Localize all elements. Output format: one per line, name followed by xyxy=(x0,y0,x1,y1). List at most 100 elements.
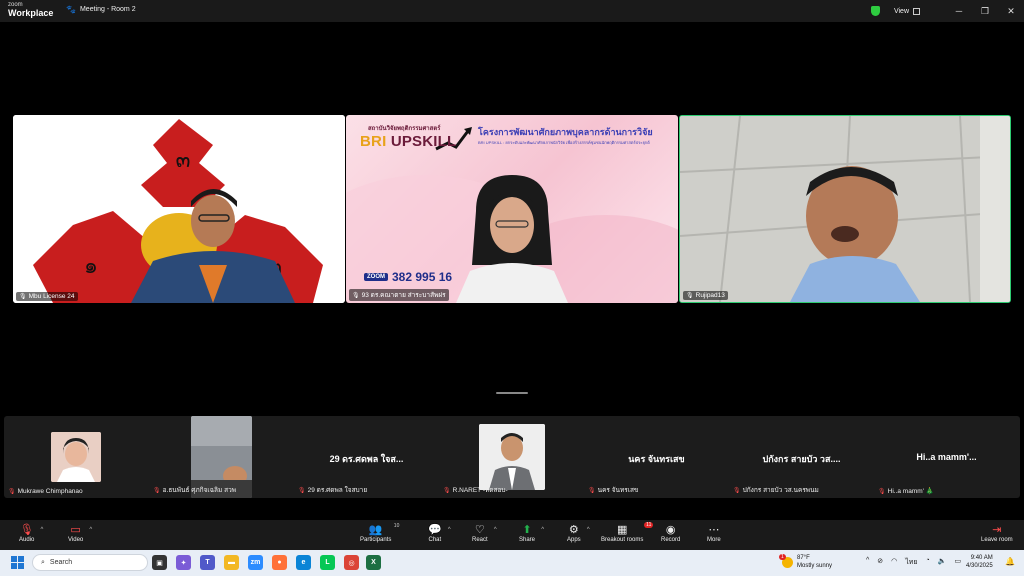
ceiling-background xyxy=(680,116,1010,302)
audio-label: Audio xyxy=(19,537,35,543)
gallery-tile-name-text: นคร จันทรเสข xyxy=(597,487,639,494)
react-button[interactable]: ♡ React ^ xyxy=(472,523,497,543)
video-button[interactable]: ▭ Video ^ xyxy=(68,523,92,543)
participants-button[interactable]: 👥 Participants 10 xyxy=(360,523,399,543)
leave-room-button[interactable]: ⇥ Leave room xyxy=(981,523,1013,543)
gallery-tile[interactable]: 🎙 Mukrawe Chimphanao xyxy=(4,416,149,498)
breakout-badge: 11 xyxy=(644,522,654,528)
record-button[interactable]: ◉ Record xyxy=(661,523,680,543)
weather-temp: 87°F xyxy=(797,555,810,561)
muted-mic-icon: 🎙 xyxy=(8,489,16,495)
view-button[interactable]: View xyxy=(894,7,920,15)
svg-text:๓: ๓ xyxy=(175,148,190,173)
chat-button[interactable]: 💬 Chat ^ xyxy=(428,523,451,543)
wifi-icon[interactable]: ◔ xyxy=(926,557,930,568)
slide-logo-upskill: UPSKILL xyxy=(390,133,457,150)
participant-photo xyxy=(51,432,101,482)
task-view-icon[interactable]: ▣ xyxy=(152,555,167,570)
paw-icon: 🐾 xyxy=(66,5,76,14)
heart-icon: ♡ xyxy=(474,524,485,536)
weather-widget[interactable]: 1 87°F Mostly sunny xyxy=(779,554,832,571)
chat-label: Chat xyxy=(428,537,442,543)
chevron-up-icon[interactable]: ^ xyxy=(89,527,92,533)
muted-mic-icon: 🎙 xyxy=(298,487,306,494)
chevron-up-icon[interactable]: ^ xyxy=(541,527,544,533)
sun-icon: 1 xyxy=(779,554,793,569)
gallery-tile-name: 🎙 ปกังกร สายบัว วส.นครพนม xyxy=(733,485,819,495)
background-emblem: ๓ ๑ ๒ xyxy=(13,115,345,303)
maximize-button[interactable]: ❐ xyxy=(972,6,998,17)
close-button[interactable]: ✕ xyxy=(998,6,1024,17)
apps-button[interactable]: ⚙ Apps ^ xyxy=(567,523,590,543)
firefox-icon[interactable]: ● xyxy=(272,555,287,570)
more-icon: ⋯ xyxy=(708,524,720,536)
share-label: Share xyxy=(519,537,536,543)
gallery-tile[interactable]: 🎙 R.NARET -ทดสอบ- xyxy=(439,416,584,498)
slide-institute-name: สถาบันวิจัยพฤติกรรมศาสตร์ xyxy=(368,126,441,132)
line-icon[interactable]: L xyxy=(320,555,335,570)
language-indicator[interactable]: ไทย xyxy=(905,557,917,568)
chrome-icon[interactable]: ◎ xyxy=(344,555,359,570)
gallery-tile-name-text: 29 ดร.ศดพล ใจสบาย xyxy=(307,487,368,494)
video-tile-1[interactable]: ๓ ๑ ๒ 🎙 Mbu License 24 xyxy=(13,115,345,303)
video-tile-3-active-speaker[interactable]: 🎙 Rujipad13 xyxy=(679,115,1011,303)
video-tile-name-text: Mbu License 24 xyxy=(28,293,75,300)
chevron-up-icon[interactable]: ^ xyxy=(41,527,44,533)
edge-icon[interactable]: e xyxy=(296,555,311,570)
gallery-tile[interactable]: ปกังกร สายบัว วส.... 🎙 ปกังกร สายบัว วส.… xyxy=(729,416,874,498)
share-button[interactable]: ⬆ Share ^ xyxy=(519,523,544,543)
teams-icon[interactable]: T xyxy=(200,555,215,570)
gallery-tile[interactable]: 29 ดร.ศดพล ใจส... 🎙 29 ดร.ศดพล ใจสบาย xyxy=(294,416,439,498)
notification-bell-icon[interactable]: 🔔 xyxy=(1005,557,1015,566)
minimize-button[interactable]: ─ xyxy=(946,6,972,16)
slide-zoom-id: 382 995 16 xyxy=(392,270,453,284)
slide-zoom-badge: ZOOM xyxy=(364,273,388,281)
zoom-app-icon[interactable]: zm xyxy=(248,555,263,570)
gallery-tile[interactable]: 🎙 อ.ธนพันธ์ ศุภกิจเฉลิม สวพ xyxy=(149,416,294,498)
battery-icon[interactable]: ▭ xyxy=(954,557,961,568)
chevron-up-icon[interactable]: ^ xyxy=(587,527,590,533)
gallery-tile-display-name: ปกังกร สายบัว วส.... xyxy=(762,454,841,464)
file-explorer-icon[interactable]: ▬ xyxy=(224,555,239,570)
video-tile-name-text: Rujipad13 xyxy=(695,292,725,299)
gallery-tile-name: 🎙 นคร จันทรเสข xyxy=(588,485,638,495)
muted-mic-icon: 🎙 xyxy=(878,488,886,495)
chevron-up-icon[interactable]: ^ xyxy=(494,527,497,533)
search-placeholder: Search xyxy=(49,559,73,566)
gallery-tile-display-name: Hi..a mamm'... xyxy=(916,452,977,462)
gallery-tile-name: 🎙 R.NARET -ทดสอบ- xyxy=(443,485,508,495)
chat-icon: 💬 xyxy=(428,524,442,536)
network-off-icon[interactable]: ⊘ xyxy=(877,557,883,568)
chevron-up-icon[interactable]: ^ xyxy=(448,527,451,533)
clock-time: 9:40 AM xyxy=(970,555,993,561)
wifi-icon[interactable]: ◠ xyxy=(891,557,897,568)
video-stage: ๓ ๑ ๒ 🎙 Mbu License 24 xyxy=(0,22,1024,414)
mic-icon: 🎙 xyxy=(19,294,27,300)
gallery-resize-handle[interactable] xyxy=(496,392,528,394)
security-shield-icon[interactable] xyxy=(870,6,880,16)
copilot-icon[interactable]: ✦ xyxy=(176,555,191,570)
breakout-rooms-button[interactable]: ▦ Breakout rooms 11 xyxy=(601,522,654,543)
zoom-logo: zoom Workplace xyxy=(8,2,53,18)
taskbar-clock[interactable]: 9:40 AM 4/30/2025 xyxy=(966,555,993,571)
taskbar-search[interactable]: ⌕ Search xyxy=(32,554,148,571)
mic-icon: 🎙 xyxy=(352,292,360,299)
excel-icon[interactable]: X xyxy=(366,555,381,570)
gallery-tile[interactable]: นคร จันทรเสข 🎙 นคร จันทรเสข xyxy=(584,416,729,498)
gallery-tile[interactable]: Hi..a mamm'... 🎙 Hi..a mamm' 🎄 xyxy=(874,416,1019,498)
meeting-controls: 🎙 Audio ^ ▭ Video ^ 👥 Participants 10 💬 … xyxy=(0,520,1024,550)
speaker-icon[interactable]: 🔈 xyxy=(938,557,947,568)
audio-button[interactable]: 🎙 Audio ^ xyxy=(19,523,43,543)
windows-start-icon[interactable] xyxy=(11,556,24,569)
video-tile-name: 🎙 Rujipad13 xyxy=(683,291,728,300)
apps-label: Apps xyxy=(567,537,581,543)
more-button[interactable]: ⋯ More xyxy=(707,523,721,543)
title-bar: zoom Workplace 🐾 Meeting - Room 2 View ─… xyxy=(0,0,1024,22)
participants-label: Participants xyxy=(360,537,392,543)
gallery-tile-name: 🎙 อ.ธนพันธ์ ศุภกิจเฉลิม สวพ xyxy=(153,485,236,495)
breakout-grid-icon: ▦ xyxy=(616,524,628,536)
video-tile-2[interactable]: สถาบันวิจัยพฤติกรรมศาสตร์ BRI UPSKILL โค… xyxy=(346,115,678,303)
chevron-up-icon[interactable]: ^ xyxy=(866,557,869,568)
leave-label: Leave room xyxy=(981,537,1013,543)
gallery-tile-name: 🎙 Hi..a mamm' 🎄 xyxy=(878,487,934,495)
